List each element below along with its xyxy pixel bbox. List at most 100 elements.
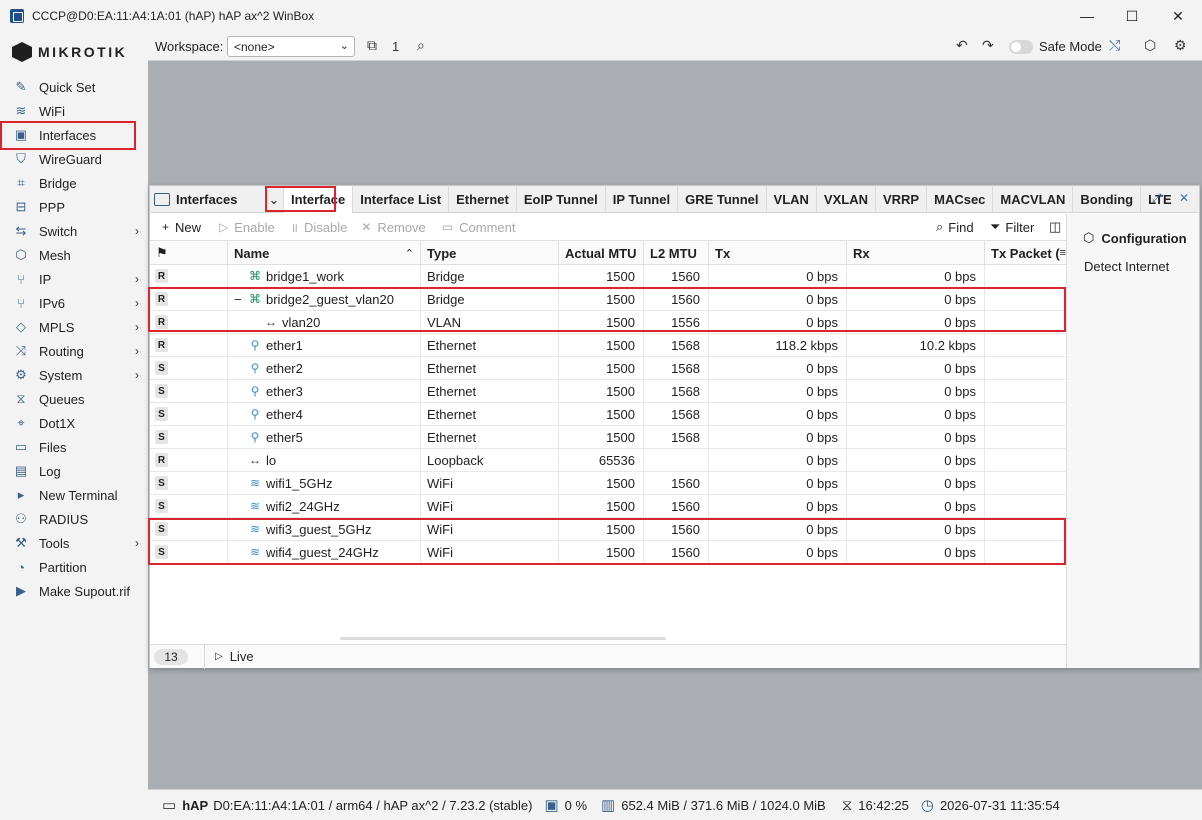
sidebar-item-dot1x[interactable]: ⌖ Dot1X bbox=[0, 411, 148, 435]
new-button[interactable]: + New bbox=[162, 220, 201, 235]
tab-vlan[interactable]: VLAN bbox=[765, 186, 816, 213]
table-row[interactable]: S ⚲ ether4 Ethernet 1500 1568 0 bps 0 bps bbox=[150, 403, 1066, 426]
txp-cell bbox=[985, 449, 1066, 471]
tab-vxlan[interactable]: VXLAN bbox=[815, 186, 875, 213]
type-cell: WiFi bbox=[421, 472, 559, 494]
column-header-flags[interactable]: ⚑ bbox=[150, 241, 228, 265]
close-button[interactable]: ✕ bbox=[1155, 0, 1201, 32]
live-toggle[interactable]: ▷ Live bbox=[204, 644, 264, 669]
table-row[interactable]: S ⚲ ether5 Ethernet 1500 1568 0 bps 0 bps bbox=[150, 426, 1066, 449]
tab-gre-tunnel[interactable]: GRE Tunnel bbox=[677, 186, 765, 213]
table-row[interactable]: S ≋ wifi1_5GHz WiFi 1500 1560 0 bps 0 bps bbox=[150, 472, 1066, 495]
table-row[interactable]: S ⚲ ether2 Ethernet 1500 1568 0 bps 0 bps bbox=[150, 357, 1066, 380]
tab-interface-list[interactable]: Interface List bbox=[352, 186, 448, 213]
new-button-label: New bbox=[175, 219, 202, 235]
windows-icon[interactable]: ⧉ bbox=[367, 37, 377, 54]
table-row[interactable]: S ⚲ ether3 Ethernet 1500 1568 0 bps 0 bps bbox=[150, 380, 1066, 403]
disconnect-icon[interactable]: ⤭ bbox=[1109, 37, 1120, 54]
sidebar-item-log[interactable]: ▤ Log bbox=[0, 459, 148, 483]
column-header-name[interactable]: Name ⌃ bbox=[228, 241, 421, 265]
filter-button[interactable]: ⏷ Filter bbox=[990, 214, 1034, 240]
interface-name: bridge1_work bbox=[266, 268, 345, 284]
table-row[interactable]: S ≋ wifi2_24GHz WiFi 1500 1560 0 bps 0 bps bbox=[150, 495, 1066, 518]
ether-interface-icon: ⚲ bbox=[250, 430, 260, 444]
table-row[interactable]: R ↔ lo Loopback 65536 0 bps 0 bps bbox=[150, 449, 1066, 472]
maximize-button[interactable]: ☐ bbox=[1109, 0, 1155, 32]
column-header-tx-packet[interactable]: Tx Packet (≡ bbox=[985, 241, 1066, 265]
toggle-side-panel-icon[interactable]: ◫ bbox=[1049, 214, 1061, 240]
sidebar-item-system[interactable]: ⚙ System › bbox=[0, 363, 148, 387]
horizontal-scrollbar[interactable] bbox=[340, 637, 666, 640]
tab-macvlan[interactable]: MACVLAN bbox=[992, 186, 1072, 213]
sidebar-item-label: Queues bbox=[39, 391, 85, 407]
sidebar-item-bridge[interactable]: ⌗ Bridge bbox=[0, 171, 148, 195]
sidebar-item-ip[interactable]: ⑂ IP › bbox=[0, 267, 148, 291]
sidebar-item-tools[interactable]: ⚒ Tools › bbox=[0, 531, 148, 555]
mtu-cell: 1500 bbox=[559, 334, 644, 356]
status-flag: R bbox=[155, 269, 168, 283]
tx-cell: 0 bps bbox=[709, 380, 847, 402]
mikrotik-logo-icon bbox=[12, 42, 32, 62]
package-icon[interactable]: ⬡ bbox=[1144, 37, 1156, 54]
sidebar-item-wireguard[interactable]: ⛉ WireGuard bbox=[0, 147, 148, 171]
chevron-right-icon: › bbox=[135, 296, 139, 310]
sidebar-item-queues[interactable]: ⧖ Queues bbox=[0, 387, 148, 411]
detect-internet-link[interactable]: Detect Internet bbox=[1084, 259, 1169, 274]
column-header-l2-mtu[interactable]: L2 MTU bbox=[644, 241, 709, 265]
interface-name: ether3 bbox=[266, 383, 303, 399]
undo-icon[interactable]: ↶ bbox=[956, 37, 968, 54]
search-icon[interactable]: ⌕ bbox=[417, 37, 425, 54]
column-header-rx[interactable]: Rx bbox=[847, 241, 985, 265]
status-flag: R bbox=[155, 453, 168, 467]
table-row[interactable]: R ⚲ ether1 Ethernet 1500 1568 118.2 kbps 10.2 k… bbox=[150, 334, 1066, 357]
pause-icon: ॥ bbox=[290, 220, 298, 235]
close-window-icon[interactable]: ✕ bbox=[1179, 191, 1189, 205]
tab-ip-tunnel[interactable]: IP Tunnel bbox=[604, 186, 677, 213]
sidebar-item-switch[interactable]: ⇆ Switch › bbox=[0, 219, 148, 243]
settings-gear-icon[interactable]: ⚙ bbox=[1174, 37, 1187, 54]
sidebar-item-ipv6[interactable]: ⑂ IPv6 › bbox=[0, 291, 148, 315]
tab-ethernet[interactable]: Ethernet bbox=[448, 186, 516, 213]
interfaces-window-title: Interfaces bbox=[154, 186, 237, 213]
find-button[interactable]: ⌕ Find bbox=[936, 214, 974, 240]
sidebar-item-mesh[interactable]: ⬡ Mesh bbox=[0, 243, 148, 267]
tab-bonding[interactable]: Bonding bbox=[1072, 186, 1140, 213]
sidebar-item-wifi[interactable]: ≋ WiFi bbox=[0, 99, 148, 123]
sidebar-item-new-terminal[interactable]: ▸ New Terminal bbox=[0, 483, 148, 507]
sidebar-item-quick-set[interactable]: ✎ Quick Set bbox=[0, 75, 148, 99]
sidebar-item-make-supout-rif[interactable]: ▶ Make Supout.rif bbox=[0, 579, 148, 603]
filter-icon: ⏷ bbox=[990, 219, 1001, 234]
tools-icon: ⚒ bbox=[15, 535, 27, 550]
chevron-down-icon: ⌄ bbox=[339, 40, 349, 52]
workspace-select[interactable]: <none> ⌄ bbox=[227, 36, 355, 57]
sidebar-item-files[interactable]: ▭ Files bbox=[0, 435, 148, 459]
name-cell: ⚲ ether4 bbox=[228, 403, 421, 425]
detach-window-icon[interactable]: ⤢ bbox=[1152, 191, 1162, 206]
minimize-button[interactable]: — bbox=[1064, 0, 1110, 32]
sidebar-item-routing[interactable]: ⤨ Routing › bbox=[0, 339, 148, 363]
tab-vrrp[interactable]: VRRP bbox=[874, 186, 926, 213]
safe-mode-toggle[interactable] bbox=[1009, 40, 1033, 54]
column-header-type[interactable]: Type bbox=[421, 241, 559, 265]
disable-button[interactable]: ॥ Disable bbox=[291, 219, 348, 236]
sidebar-item-mpls[interactable]: ◇ MPLS › bbox=[0, 315, 148, 339]
sidebar-item-ppp[interactable]: ⊟ PPP bbox=[0, 195, 148, 219]
column-header-actual-mtu[interactable]: Actual MTU bbox=[559, 241, 644, 265]
sidebar-item-partition[interactable]: ◔ Partition bbox=[0, 555, 148, 579]
flag-cell: R bbox=[150, 449, 228, 471]
txp-cell bbox=[985, 334, 1066, 356]
tab-macsec[interactable]: MACsec bbox=[926, 186, 992, 213]
bridge-icon: ⌗ bbox=[17, 175, 25, 190]
tx-cell: 0 bps bbox=[709, 403, 847, 425]
enable-button[interactable]: ▷ Enable bbox=[219, 220, 275, 235]
sidebar-item-radius[interactable]: ⚇ RADIUS bbox=[0, 507, 148, 531]
title-bar: CCCP@D0:EA:11:A4:1A:01 (hAP) hAP ax^2 Wi… bbox=[0, 0, 1202, 32]
column-header-tx[interactable]: Tx bbox=[709, 241, 847, 265]
comment-button[interactable]: ▭ Comment bbox=[442, 220, 516, 235]
remove-button[interactable]: ✕ Remove bbox=[361, 220, 425, 235]
mtu-cell: 65536 bbox=[559, 449, 644, 471]
redo-icon[interactable]: ↷ bbox=[982, 37, 994, 54]
tab-eoip-tunnel[interactable]: EoIP Tunnel bbox=[515, 186, 605, 213]
remove-button-label: Remove bbox=[377, 219, 426, 235]
table-row[interactable]: R ⌘ bridge1_work Bridge 1500 1560 0 bps 0 bps bbox=[150, 265, 1066, 288]
